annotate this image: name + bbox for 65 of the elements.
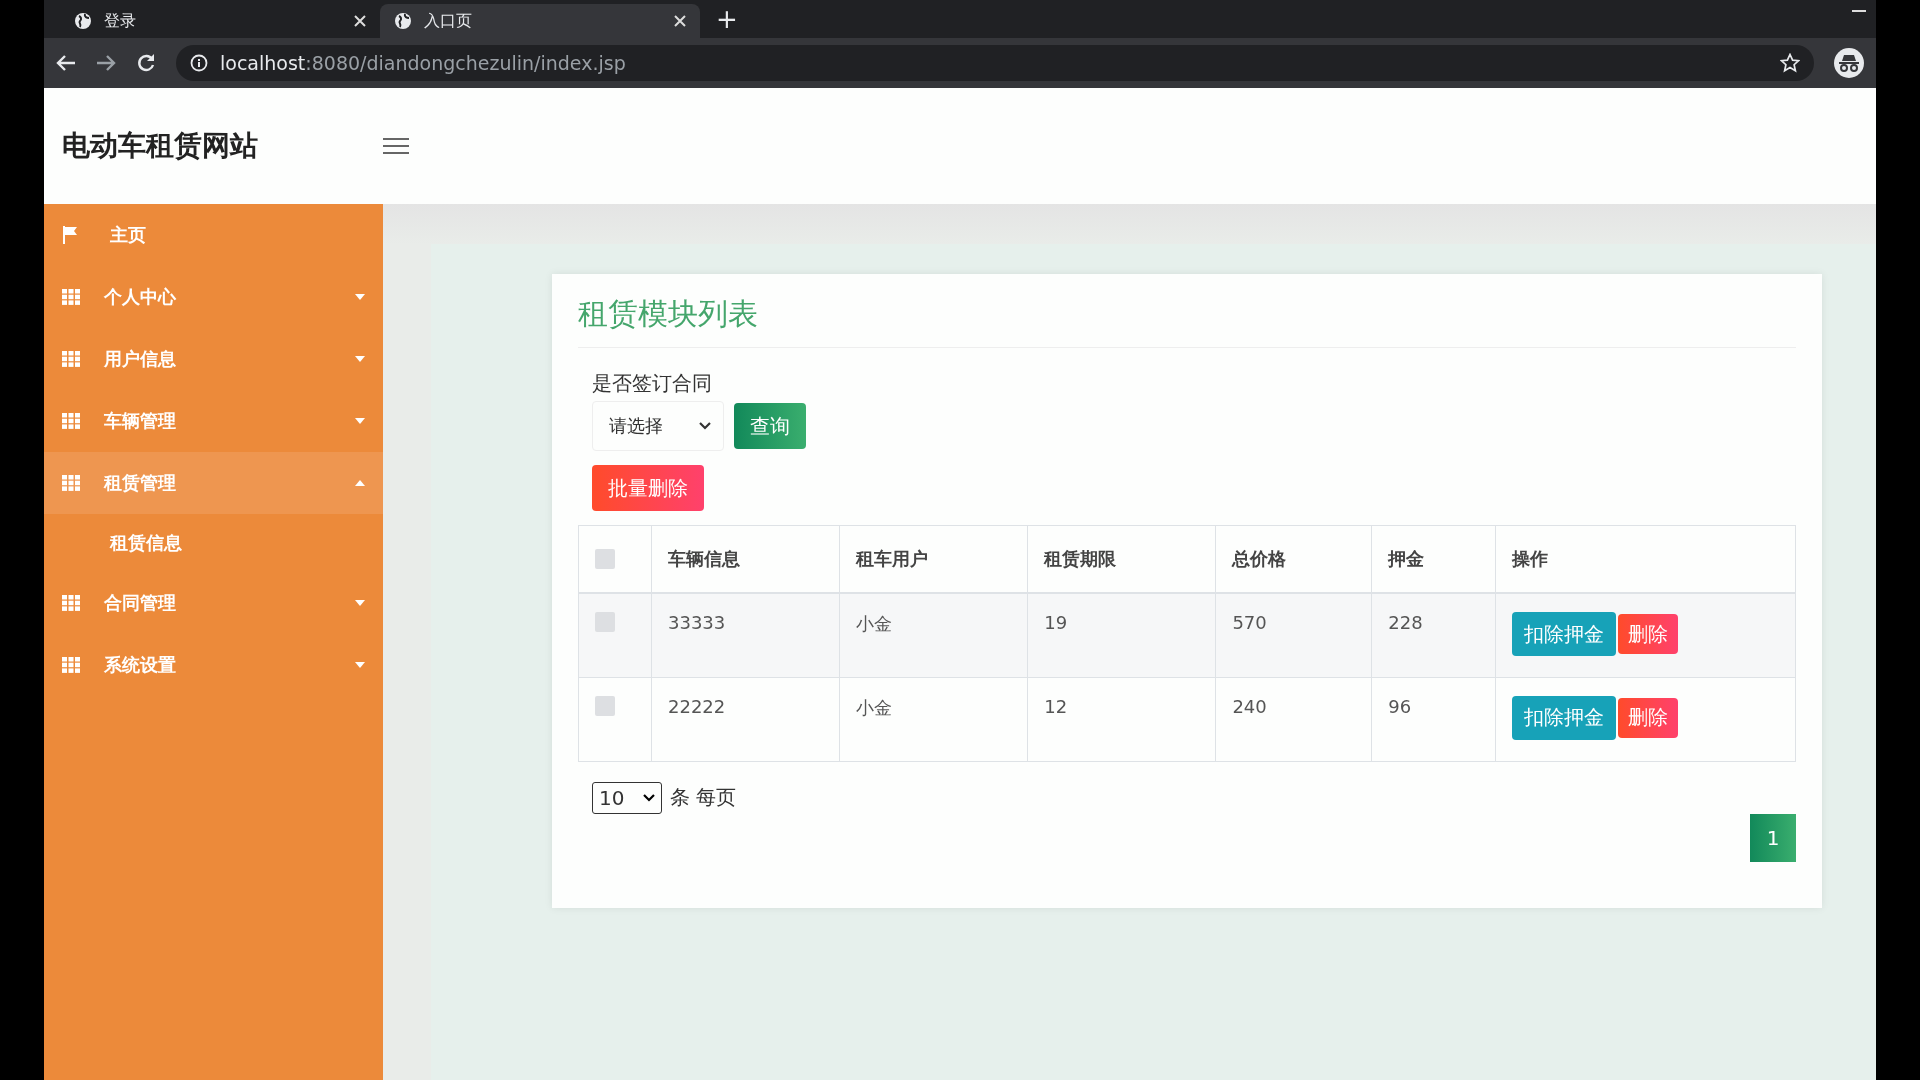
caret-icon xyxy=(355,418,365,424)
deduct-deposit-button[interactable]: 扣除押金 xyxy=(1512,695,1616,740)
table-cell: 小金 xyxy=(839,677,1028,761)
close-icon[interactable] xyxy=(354,15,366,27)
table-cell: 96 xyxy=(1371,677,1496,761)
contract-select[interactable]: 请选择 xyxy=(592,401,724,451)
url-text: localhost:8080/diandongchezulin/index.jsp xyxy=(220,52,626,74)
row-checkbox[interactable] xyxy=(595,695,615,716)
globe-icon xyxy=(394,12,412,30)
menu-icon[interactable] xyxy=(383,137,409,155)
sidebar-item[interactable]: 合同管理 xyxy=(44,572,383,634)
info-icon xyxy=(190,54,208,72)
table-cell: 33333 xyxy=(651,593,840,677)
grid-icon xyxy=(62,475,80,491)
caret-icon xyxy=(355,294,365,300)
browser-tab[interactable]: 登录 xyxy=(60,4,380,38)
sidebar-item[interactable]: 主页 xyxy=(44,204,383,266)
delete-button[interactable]: 删除 xyxy=(1618,614,1678,654)
reload-icon[interactable] xyxy=(136,53,156,73)
sidebar-item[interactable]: 系统设置 xyxy=(44,634,383,696)
batch-delete-button[interactable]: 批量删除 xyxy=(592,465,704,511)
sidebar-item[interactable]: 车辆管理 xyxy=(44,390,383,452)
grid-icon xyxy=(62,657,80,673)
grid-icon xyxy=(62,289,80,305)
delete-button[interactable]: 删除 xyxy=(1618,697,1678,738)
caret-icon xyxy=(355,480,365,486)
panel-title: 租赁模块列表 xyxy=(578,294,1796,348)
caret-icon xyxy=(355,356,365,362)
close-icon[interactable] xyxy=(674,15,686,27)
forward-icon[interactable] xyxy=(96,54,116,72)
page-button[interactable]: 1 xyxy=(1750,813,1796,862)
page-size-label: 条 每页 xyxy=(670,784,737,811)
table-cell: 19 xyxy=(1027,593,1216,677)
sidebar-item[interactable]: 租赁管理 xyxy=(44,452,383,514)
page-size-select[interactable]: 10 xyxy=(592,781,662,814)
grid-icon xyxy=(62,595,80,611)
browser-tab[interactable]: 入口页 xyxy=(380,4,700,38)
grid-icon xyxy=(62,413,80,429)
deduct-deposit-button[interactable]: 扣除押金 xyxy=(1512,612,1616,656)
caret-icon xyxy=(355,600,365,606)
table-cell: 22222 xyxy=(651,677,840,761)
sidebar-item[interactable]: 个人中心 xyxy=(44,266,383,328)
table-cell: 小金 xyxy=(839,593,1028,677)
flag-icon xyxy=(62,226,78,244)
address-bar[interactable]: localhost:8080/diandongchezulin/index.jsp xyxy=(176,45,1814,81)
row-checkbox[interactable] xyxy=(595,612,615,632)
caret-icon xyxy=(355,662,365,668)
new-tab-button[interactable]: + xyxy=(716,4,738,34)
table-cell: 240 xyxy=(1215,677,1372,761)
star-icon[interactable] xyxy=(1780,53,1800,73)
incognito-icon[interactable] xyxy=(1834,48,1864,78)
chevron-down-icon xyxy=(643,793,655,802)
search-button[interactable]: 查询 xyxy=(734,403,806,449)
sidebar-subitem[interactable]: 租赁信息 xyxy=(44,514,383,572)
table-cell: 570 xyxy=(1215,593,1372,677)
table-cell: 12 xyxy=(1027,677,1216,761)
globe-icon xyxy=(74,12,92,30)
chevron-down-icon xyxy=(699,422,711,430)
sidebar-item[interactable]: 用户信息 xyxy=(44,328,383,390)
site-title: 电动车租赁网站 xyxy=(62,129,258,162)
filter-label: 是否签订合同 xyxy=(592,370,713,397)
table-cell: 228 xyxy=(1371,593,1496,677)
select-all-checkbox[interactable] xyxy=(595,549,615,569)
back-icon[interactable] xyxy=(56,54,76,72)
grid-icon xyxy=(62,351,80,367)
